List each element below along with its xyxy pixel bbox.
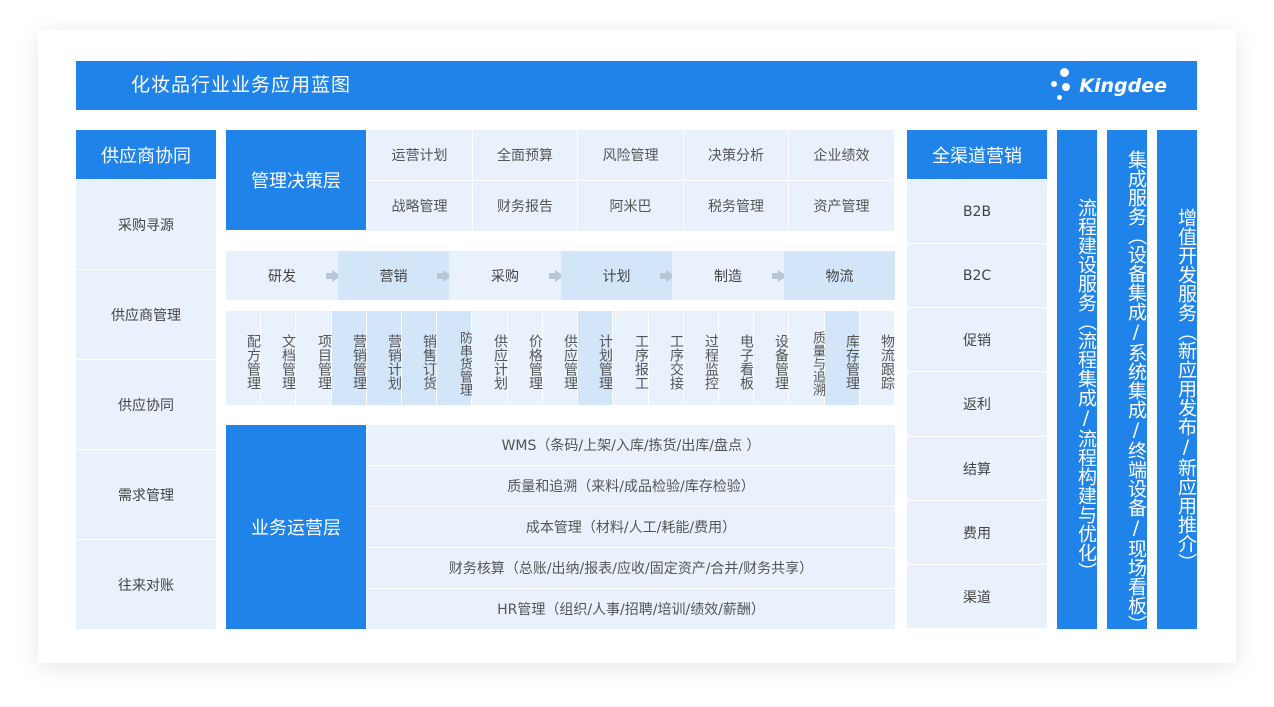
module-item: 电子看板 — [719, 311, 754, 405]
mgmt-item: 财务报告 — [473, 181, 577, 231]
channel-item: 渠道 — [907, 565, 1047, 628]
flow-step: 制造 — [672, 251, 784, 300]
module-item: 物流跟踪 — [860, 311, 895, 405]
mgmt-item: 战略管理 — [367, 181, 472, 231]
service-dev: 增值开发服务（新应用发布/新应用推介） — [1157, 130, 1197, 629]
module-item: 营销管理 — [332, 311, 367, 405]
flow-step: 采购 — [449, 251, 561, 300]
channel-item: 促销 — [907, 308, 1047, 371]
mgmt-item: 全面预算 — [473, 130, 577, 180]
service-integration: 集成服务（设备集成/系统集成/终端设备/现场看板） — [1107, 130, 1147, 634]
flow-step: 计划 — [561, 251, 672, 300]
module-item: 价格管理 — [508, 311, 543, 405]
logo-dots-icon — [1051, 67, 1077, 105]
page-title: 化妆品行业业务应用蓝图 — [131, 74, 352, 96]
mgmt-item: 运营计划 — [367, 130, 472, 180]
kingdee-logo: Kingdee — [1051, 67, 1167, 105]
flow-step: 物流 — [784, 251, 895, 300]
channel-title: 全渠道营销 — [907, 130, 1047, 179]
module-item: 文档管理 — [261, 311, 296, 405]
module-item: 计划管理 — [578, 311, 613, 405]
ops-row: WMS（条码/上架/入库/拣货/出库/盘点 ） — [367, 425, 895, 465]
logo-text: Kingdee — [1079, 75, 1167, 97]
module-item: 工序交接 — [649, 311, 684, 405]
supplier-item: 供应商管理 — [76, 270, 216, 359]
ops-title: 业务运营层 — [226, 425, 366, 629]
flow-step: 研发 — [226, 251, 338, 300]
supplier-item: 采购寻源 — [76, 180, 216, 269]
channel-item: 返利 — [907, 372, 1047, 436]
flow-step: 营销 — [338, 251, 449, 300]
module-item: 配方管理 — [226, 311, 261, 405]
module-item: 供应计划 — [472, 311, 508, 405]
channel-item: B2C — [907, 244, 1047, 307]
module-item: 销售订货 — [402, 311, 437, 405]
mgmt-title: 管理决策层 — [226, 130, 366, 230]
service-process: 流程建设服务（流程集成/流程构建与优化） — [1057, 130, 1097, 629]
module-item: 过程监控 — [684, 311, 719, 405]
module-item: 工序报工 — [613, 311, 649, 405]
mgmt-item: 企业绩效 — [789, 130, 894, 180]
ops-row: 成本管理（材料/人工/耗能/费用） — [367, 507, 895, 547]
module-item: 防串货管理 — [437, 311, 472, 405]
module-item: 设备管理 — [754, 311, 789, 405]
mgmt-item: 阿米巴 — [578, 181, 683, 231]
supplier-title: 供应商协同 — [76, 130, 216, 179]
module-item: 质量与追溯 — [789, 311, 825, 405]
ops-row: 财务核算（总账/出纳/报表/应收/固定资产/合并/财务共享） — [367, 548, 895, 588]
mgmt-item: 决策分析 — [684, 130, 788, 180]
supplier-item: 往来对账 — [76, 540, 216, 629]
module-item: 供应管理 — [543, 311, 578, 405]
channel-item: 费用 — [907, 501, 1047, 564]
module-item: 营销计划 — [367, 311, 402, 405]
mgmt-item: 风险管理 — [578, 130, 683, 180]
ops-row: 质量和追溯（来料/成品检验/库存检验） — [367, 466, 895, 506]
header-bar: 化妆品行业业务应用蓝图 Kingdee — [76, 61, 1197, 110]
module-item: 项目管理 — [296, 311, 332, 405]
mgmt-item: 资产管理 — [789, 181, 894, 231]
ops-row: HR管理（组织/人事/招聘/培训/绩效/薪酬） — [367, 589, 895, 629]
module-item: 库存管理 — [825, 311, 860, 405]
mgmt-item: 税务管理 — [684, 181, 788, 231]
supplier-item: 需求管理 — [76, 450, 216, 539]
supplier-item: 供应协同 — [76, 360, 216, 449]
channel-item: 结算 — [907, 437, 1047, 500]
channel-item: B2B — [907, 180, 1047, 243]
